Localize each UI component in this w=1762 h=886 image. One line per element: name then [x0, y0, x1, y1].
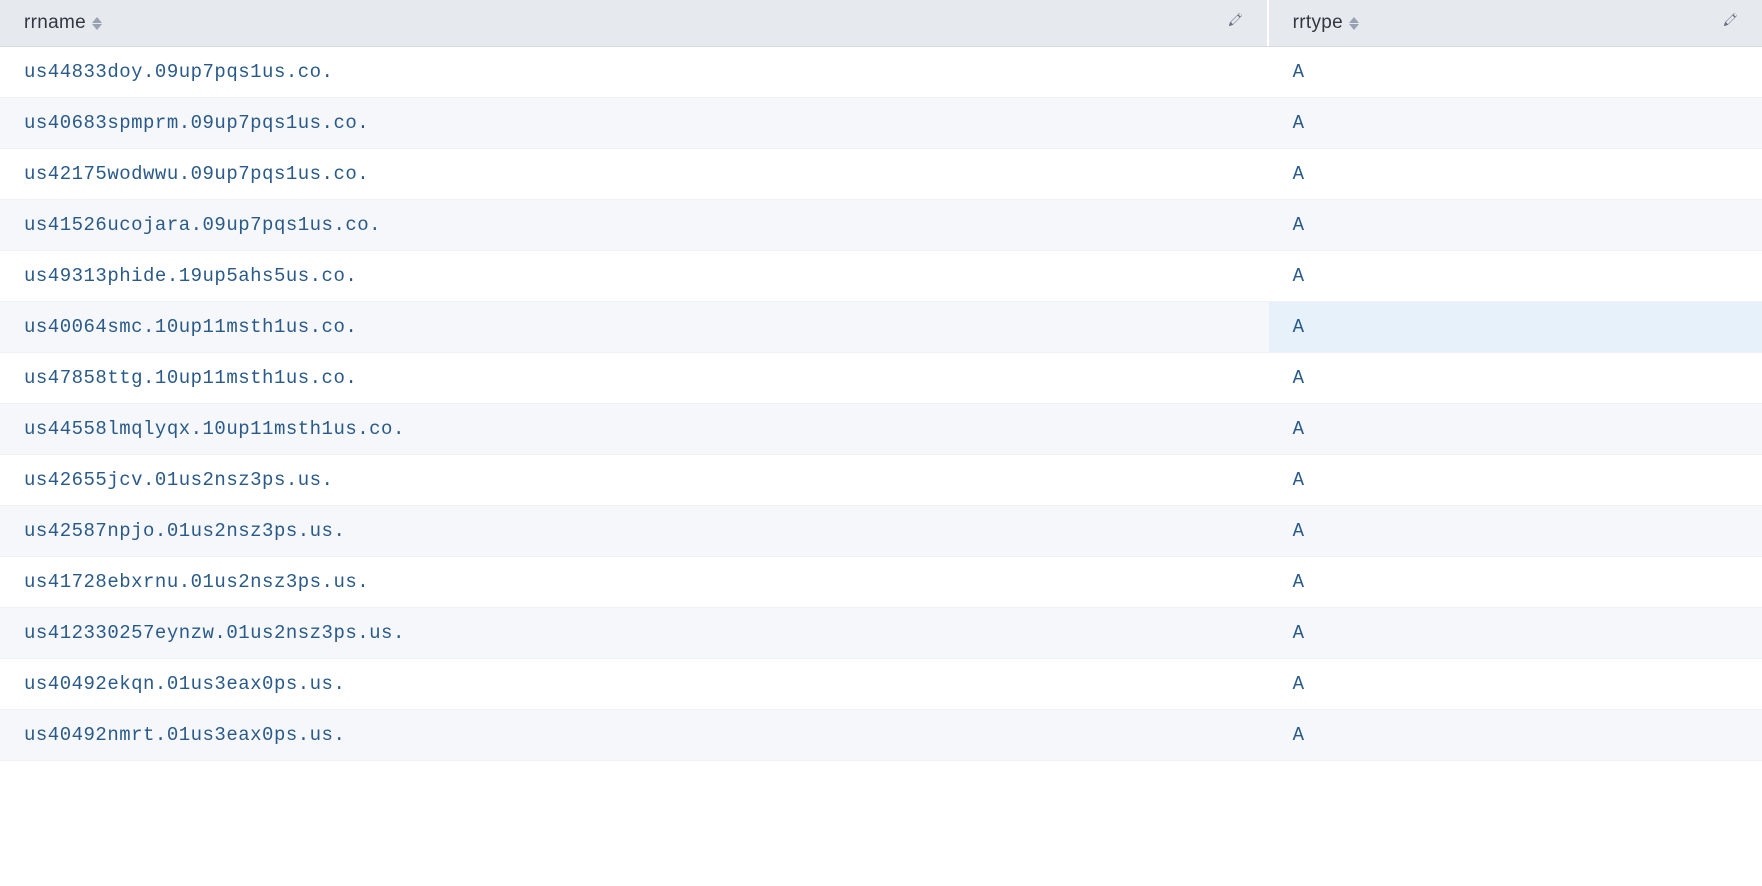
cell-rrname[interactable]: us40683spmprm.09up7pqs1us.co. — [0, 98, 1269, 148]
column-header-rrname: rrname — [0, 0, 1269, 46]
table-row[interactable]: us44833doy.09up7pqs1us.co.A — [0, 47, 1762, 98]
cell-rrname[interactable]: us412330257eynzw.01us2nsz3ps.us. — [0, 608, 1269, 658]
cell-rrname[interactable]: us40492nmrt.01us3eax0ps.us. — [0, 710, 1269, 760]
sort-icon — [92, 17, 102, 30]
cell-rrtype[interactable]: A — [1269, 506, 1762, 556]
table-row[interactable]: us47858ttg.10up11msth1us.co.A — [0, 353, 1762, 404]
table-body: us44833doy.09up7pqs1us.co.Aus40683spmprm… — [0, 47, 1762, 761]
cell-rrname[interactable]: us40492ekqn.01us3eax0ps.us. — [0, 659, 1269, 709]
cell-rrtype[interactable]: A — [1269, 710, 1762, 760]
cell-rrname[interactable]: us44558lmqlyqx.10up11msth1us.co. — [0, 404, 1269, 454]
edit-column-rrname-button[interactable] — [1227, 12, 1243, 34]
table-header: rrname rrtype — [0, 0, 1762, 47]
cell-rrname[interactable]: us42655jcv.01us2nsz3ps.us. — [0, 455, 1269, 505]
cell-rrtype[interactable]: A — [1269, 404, 1762, 454]
column-label-rrtype: rrtype — [1293, 12, 1343, 34]
data-table: rrname rrtype — [0, 0, 1762, 761]
table-row[interactable]: us40683spmprm.09up7pqs1us.co.A — [0, 98, 1762, 149]
cell-rrname[interactable]: us49313phide.19up5ahs5us.co. — [0, 251, 1269, 301]
table-row[interactable]: us42587npjo.01us2nsz3ps.us.A — [0, 506, 1762, 557]
table-row[interactable]: us40492nmrt.01us3eax0ps.us.A — [0, 710, 1762, 761]
table-row[interactable]: us42175wodwwu.09up7pqs1us.co.A — [0, 149, 1762, 200]
cell-rrtype[interactable]: A — [1269, 455, 1762, 505]
cell-rrtype[interactable]: A — [1269, 47, 1762, 97]
cell-rrtype[interactable]: A — [1269, 353, 1762, 403]
cell-rrname[interactable]: us47858ttg.10up11msth1us.co. — [0, 353, 1269, 403]
cell-rrname[interactable]: us42175wodwwu.09up7pqs1us.co. — [0, 149, 1269, 199]
cell-rrtype[interactable]: A — [1269, 659, 1762, 709]
edit-column-rrtype-button[interactable] — [1722, 12, 1738, 34]
table-row[interactable]: us44558lmqlyqx.10up11msth1us.co.A — [0, 404, 1762, 455]
cell-rrtype[interactable]: A — [1269, 608, 1762, 658]
column-label-rrname: rrname — [24, 12, 86, 34]
cell-rrtype[interactable]: A — [1269, 200, 1762, 250]
table-row[interactable]: us40064smc.10up11msth1us.co.A — [0, 302, 1762, 353]
cell-rrtype[interactable]: A — [1269, 302, 1762, 352]
table-row[interactable]: us412330257eynzw.01us2nsz3ps.us.A — [0, 608, 1762, 659]
cell-rrtype[interactable]: A — [1269, 557, 1762, 607]
cell-rrname[interactable]: us44833doy.09up7pqs1us.co. — [0, 47, 1269, 97]
column-sort-rrtype[interactable]: rrtype — [1293, 12, 1359, 34]
cell-rrname[interactable]: us41728ebxrnu.01us2nsz3ps.us. — [0, 557, 1269, 607]
cell-rrtype[interactable]: A — [1269, 149, 1762, 199]
column-sort-rrname[interactable]: rrname — [24, 12, 102, 34]
cell-rrname[interactable]: us40064smc.10up11msth1us.co. — [0, 302, 1269, 352]
table-row[interactable]: us49313phide.19up5ahs5us.co.A — [0, 251, 1762, 302]
pencil-icon — [1227, 12, 1243, 28]
pencil-icon — [1722, 12, 1738, 28]
table-row[interactable]: us40492ekqn.01us3eax0ps.us.A — [0, 659, 1762, 710]
cell-rrname[interactable]: us41526ucojara.09up7pqs1us.co. — [0, 200, 1269, 250]
cell-rrtype[interactable]: A — [1269, 98, 1762, 148]
cell-rrname[interactable]: us42587npjo.01us2nsz3ps.us. — [0, 506, 1269, 556]
cell-rrtype[interactable]: A — [1269, 251, 1762, 301]
table-row[interactable]: us42655jcv.01us2nsz3ps.us.A — [0, 455, 1762, 506]
table-row[interactable]: us41526ucojara.09up7pqs1us.co.A — [0, 200, 1762, 251]
column-header-rrtype: rrtype — [1269, 0, 1762, 46]
table-row[interactable]: us41728ebxrnu.01us2nsz3ps.us.A — [0, 557, 1762, 608]
sort-icon — [1349, 17, 1359, 30]
